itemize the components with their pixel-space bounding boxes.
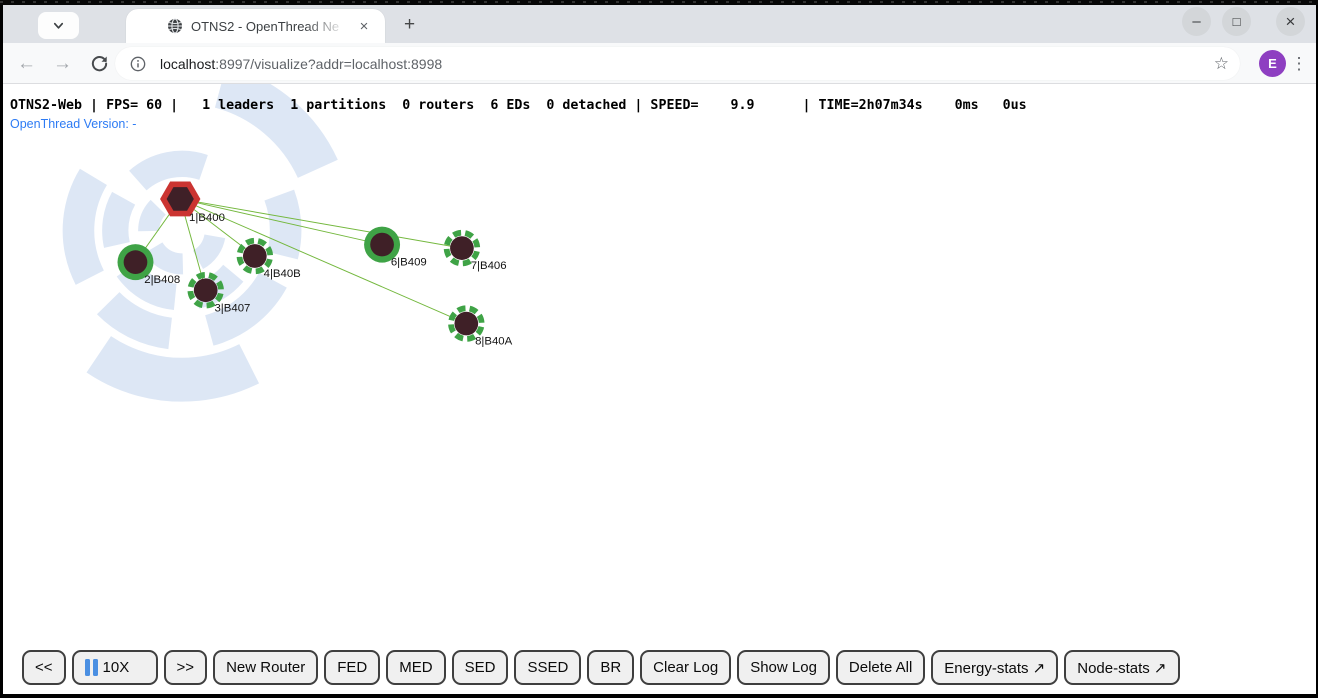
tab-otns2[interactable]: OTNS2 - OpenThread Ne × [126, 9, 385, 43]
fed-button[interactable]: FED [324, 650, 380, 685]
delete-all-button[interactable]: Delete All [836, 650, 925, 685]
node-label: 7|B406 [471, 260, 507, 272]
button-label: Delete All [849, 659, 912, 676]
url-text: localhost:8997/visualize?addr=localhost:… [160, 56, 442, 72]
node-label: 8|B40A [475, 336, 513, 348]
info-icon[interactable] [129, 55, 147, 73]
node-core [194, 278, 218, 302]
speed-button[interactable]: 10X [72, 650, 158, 685]
new-router-button[interactable]: New Router [213, 650, 318, 685]
profile-avatar[interactable]: E [1259, 50, 1286, 77]
node-core [124, 250, 148, 274]
graph-node-8[interactable]: 8|B40A [448, 305, 513, 347]
bookmark-star-icon[interactable]: ☆ [1214, 54, 1229, 74]
br-button[interactable]: BR [587, 650, 634, 685]
button-label: BR [600, 659, 621, 676]
ssed-button[interactable]: SSED [514, 650, 581, 685]
back-button[interactable]: ← [14, 51, 39, 76]
simulation-status-bar: OTNS2-Web | FPS= 60 | 1 leaders 1 partit… [10, 98, 1027, 113]
button-label: Show Log [750, 659, 817, 676]
tab-title: OTNS2 - OpenThread Ne [191, 19, 349, 34]
new-tab-button[interactable]: + [396, 11, 423, 38]
pause-icon [85, 659, 98, 676]
graph-node-7[interactable]: 7|B406 [444, 230, 507, 272]
node-core [243, 244, 267, 268]
openthread-version-text: OpenThread Version: - [10, 117, 136, 131]
reload-icon [90, 54, 109, 73]
node-core [454, 312, 478, 336]
clear-log-button[interactable]: Clear Log [640, 650, 731, 685]
show-log-button[interactable]: Show Log [737, 650, 830, 685]
node-label: 6|B409 [391, 257, 427, 269]
tab-search-button[interactable] [38, 12, 79, 39]
otns-canvas: 1|B400 2|B408 3|B407 4|B40B 6|B409 7|B406 8|B4… [3, 84, 1316, 694]
node-label: 1|B400 [189, 212, 225, 224]
node-stats-button[interactable]: Node-stats ↗ [1064, 650, 1179, 685]
window-close-button[interactable]: × [1276, 7, 1305, 36]
button-label: FED [337, 659, 367, 676]
browser-menu-icon[interactable]: ⋮ [1288, 51, 1310, 76]
button-label: Energy-stats ↗ [944, 659, 1045, 677]
graph-node-6[interactable]: 6|B409 [364, 227, 427, 269]
chevron-down-icon [52, 19, 65, 32]
button-label: >> [177, 659, 195, 676]
sed-button[interactable]: SED [452, 650, 509, 685]
speed-down-button[interactable]: << [22, 650, 66, 685]
button-label: SED [465, 659, 496, 676]
node-label: 3|B407 [214, 302, 250, 314]
graph-node-1[interactable]: 1|B400 [160, 181, 225, 223]
speed-up-button[interactable]: >> [164, 650, 208, 685]
forward-button[interactable]: → [50, 51, 75, 76]
action-bar: << 10X >> New Router FED MED SED SSED BR Clear Lo… [22, 650, 1180, 685]
button-label: Clear Log [653, 659, 718, 676]
globe-icon [167, 18, 183, 34]
button-label: MED [399, 659, 432, 676]
button-label: Node-stats ↗ [1077, 659, 1166, 677]
energy-stats-button[interactable]: Energy-stats ↗ [931, 650, 1058, 685]
address-bar[interactable]: localhost:8997/visualize?addr=localhost:… [115, 47, 1240, 80]
browser-toolbar: ← → localhost:8997/visualize?addr=localh… [3, 43, 1316, 84]
reload-button[interactable] [87, 51, 112, 76]
button-label: New Router [226, 659, 305, 676]
window-minimize-button[interactable]: – [1182, 7, 1211, 36]
url-path: :8997/visualize?addr=localhost:8998 [215, 56, 442, 72]
node-label: 2|B408 [144, 274, 180, 286]
url-host: localhost [160, 56, 215, 72]
browser-chrome: OTNS2 - OpenThread Ne × + – □ × ← → [3, 5, 1316, 694]
window-maximize-button[interactable]: □ [1222, 7, 1251, 36]
watermark-ring-0 [3, 84, 365, 413]
button-label: 10X [103, 659, 130, 676]
med-button[interactable]: MED [386, 650, 445, 685]
tab-close-icon[interactable]: × [355, 17, 373, 35]
tab-bar: OTNS2 - OpenThread Ne × + – □ × [3, 5, 1316, 43]
browser-window: OTNS2 - OpenThread Ne × + – □ × ← → [0, 0, 1318, 698]
network-graph: 1|B400 2|B408 3|B407 4|B40B 6|B409 7|B406 8|B4… [3, 84, 1316, 693]
node-label: 4|B40B [264, 268, 301, 280]
button-label: SSED [527, 659, 568, 676]
node-core [370, 233, 394, 257]
button-label: << [35, 659, 53, 676]
node-core [450, 236, 474, 260]
